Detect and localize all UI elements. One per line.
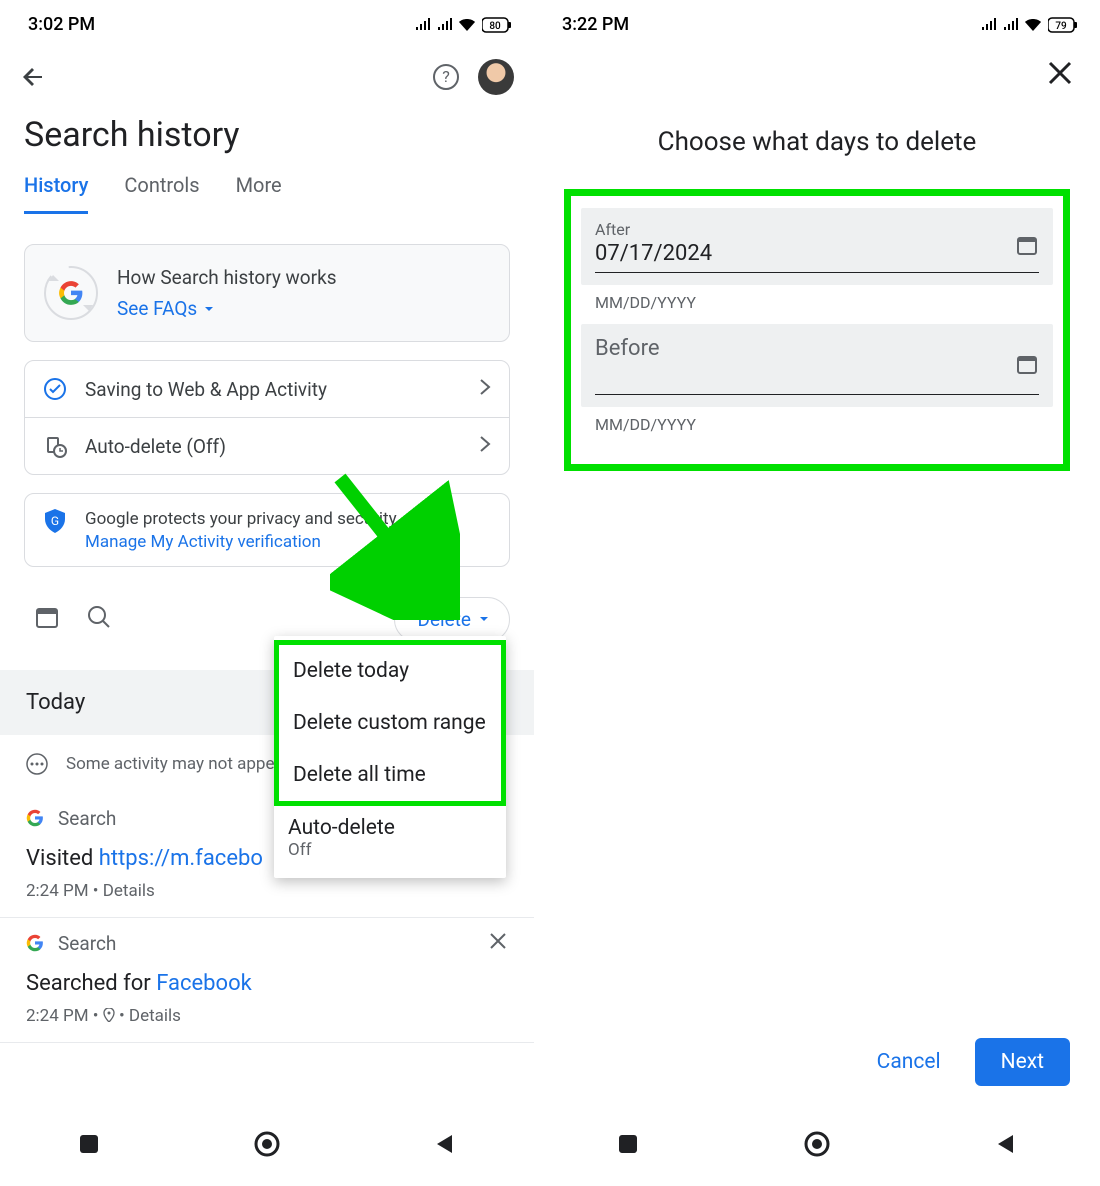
date-range-highlight: After 07/17/2024 MM/DD/YYYY Before MM/DD…: [564, 189, 1070, 471]
calendar-icon[interactable]: [1015, 352, 1039, 380]
back-icon[interactable]: [20, 63, 48, 91]
signal-icon: [436, 18, 452, 32]
nav-back-icon[interactable]: [993, 1131, 1019, 1161]
battery-icon: 79: [1048, 17, 1078, 33]
google-icon: [26, 809, 44, 827]
menu-delete-custom[interactable]: Delete custom range: [279, 697, 501, 749]
help-icon[interactable]: ?: [432, 63, 460, 91]
avatar[interactable]: [478, 59, 514, 95]
nav-recent-icon[interactable]: [615, 1131, 641, 1161]
dropdown-icon: [479, 614, 489, 624]
menu-delete-today[interactable]: Delete today: [279, 645, 501, 697]
tab-more[interactable]: More: [236, 173, 282, 214]
before-hint: MM/DD/YYYY: [581, 407, 1053, 446]
annotation-arrow: [330, 470, 460, 620]
details-link[interactable]: Details: [129, 1006, 181, 1026]
before-value: [595, 361, 1039, 395]
close-icon[interactable]: [1046, 59, 1074, 87]
nav-back-icon[interactable]: [432, 1131, 458, 1161]
menu-delete-all[interactable]: Delete all time: [279, 749, 501, 801]
status-time: 3:22 PM: [562, 14, 629, 35]
setting-auto-delete[interactable]: Auto-delete (Off): [25, 417, 509, 474]
dropdown-icon: [203, 303, 215, 315]
details-link[interactable]: Details: [103, 881, 155, 901]
menu-auto-delete[interactable]: Auto-delete: [274, 806, 506, 840]
android-nav-bar: [534, 1106, 1100, 1186]
cancel-button[interactable]: Cancel: [861, 1038, 957, 1086]
status-time: 3:02 PM: [28, 14, 95, 35]
svg-text:?: ?: [442, 67, 450, 86]
info-card[interactable]: How Search history works See FAQs: [24, 244, 510, 342]
status-bar: 3:22 PM 79: [534, 0, 1100, 41]
tabs: History Controls More: [0, 173, 534, 214]
activity-source: Search: [58, 932, 116, 955]
calendar-icon[interactable]: [34, 604, 60, 634]
chevron-right-icon: [479, 435, 491, 458]
remove-activity-icon[interactable]: [488, 931, 508, 956]
activity-item: Search Searched for Facebook 2:24 PM • •…: [0, 918, 534, 1043]
faq-link[interactable]: See FAQs: [117, 297, 337, 320]
shield-icon: G: [43, 508, 67, 534]
before-field[interactable]: Before: [581, 324, 1053, 407]
setting-web-activity[interactable]: Saving to Web & App Activity: [25, 361, 509, 417]
auto-delete-icon: [43, 434, 67, 458]
location-icon: [103, 1008, 115, 1022]
chevron-right-icon: [479, 378, 491, 401]
google-logo-refresh-icon: [43, 265, 99, 321]
next-button[interactable]: Next: [975, 1038, 1070, 1086]
nav-home-icon[interactable]: [804, 1131, 830, 1161]
wifi-icon: [1024, 18, 1042, 32]
nav-recent-icon[interactable]: [76, 1131, 102, 1161]
after-hint: MM/DD/YYYY: [581, 285, 1053, 324]
more-circle-icon: [26, 753, 48, 775]
nav-home-icon[interactable]: [254, 1131, 280, 1161]
android-nav-bar: [0, 1106, 534, 1186]
tab-history[interactable]: History: [24, 173, 88, 214]
activity-source: Search: [58, 807, 116, 830]
activity-link[interactable]: Facebook: [156, 971, 252, 996]
search-icon[interactable]: [86, 604, 112, 634]
info-title: How Search history works: [117, 266, 337, 289]
dialog-title: Choose what days to delete: [534, 97, 1100, 177]
signal-icon: [1002, 18, 1018, 32]
svg-text:80: 80: [489, 21, 501, 32]
status-bar: 3:02 PM 80: [0, 0, 534, 41]
svg-text:79: 79: [1055, 21, 1067, 32]
menu-auto-delete-sub: Off: [274, 840, 506, 868]
tab-controls[interactable]: Controls: [124, 173, 199, 214]
svg-text:G: G: [51, 514, 59, 528]
signal-icon: [414, 18, 430, 32]
activity-link[interactable]: https://m.facebo: [99, 846, 263, 871]
google-icon: [26, 934, 44, 952]
check-circle-icon: [43, 377, 67, 401]
battery-icon: 80: [482, 17, 512, 33]
calendar-icon[interactable]: [1015, 233, 1039, 261]
wifi-icon: [458, 18, 476, 32]
signal-icon: [980, 18, 996, 32]
page-title: Search history: [0, 105, 534, 173]
after-field[interactable]: After 07/17/2024: [581, 208, 1053, 285]
delete-menu: Delete today Delete custom range Delete …: [274, 636, 506, 878]
after-value: 07/17/2024: [595, 239, 1039, 273]
